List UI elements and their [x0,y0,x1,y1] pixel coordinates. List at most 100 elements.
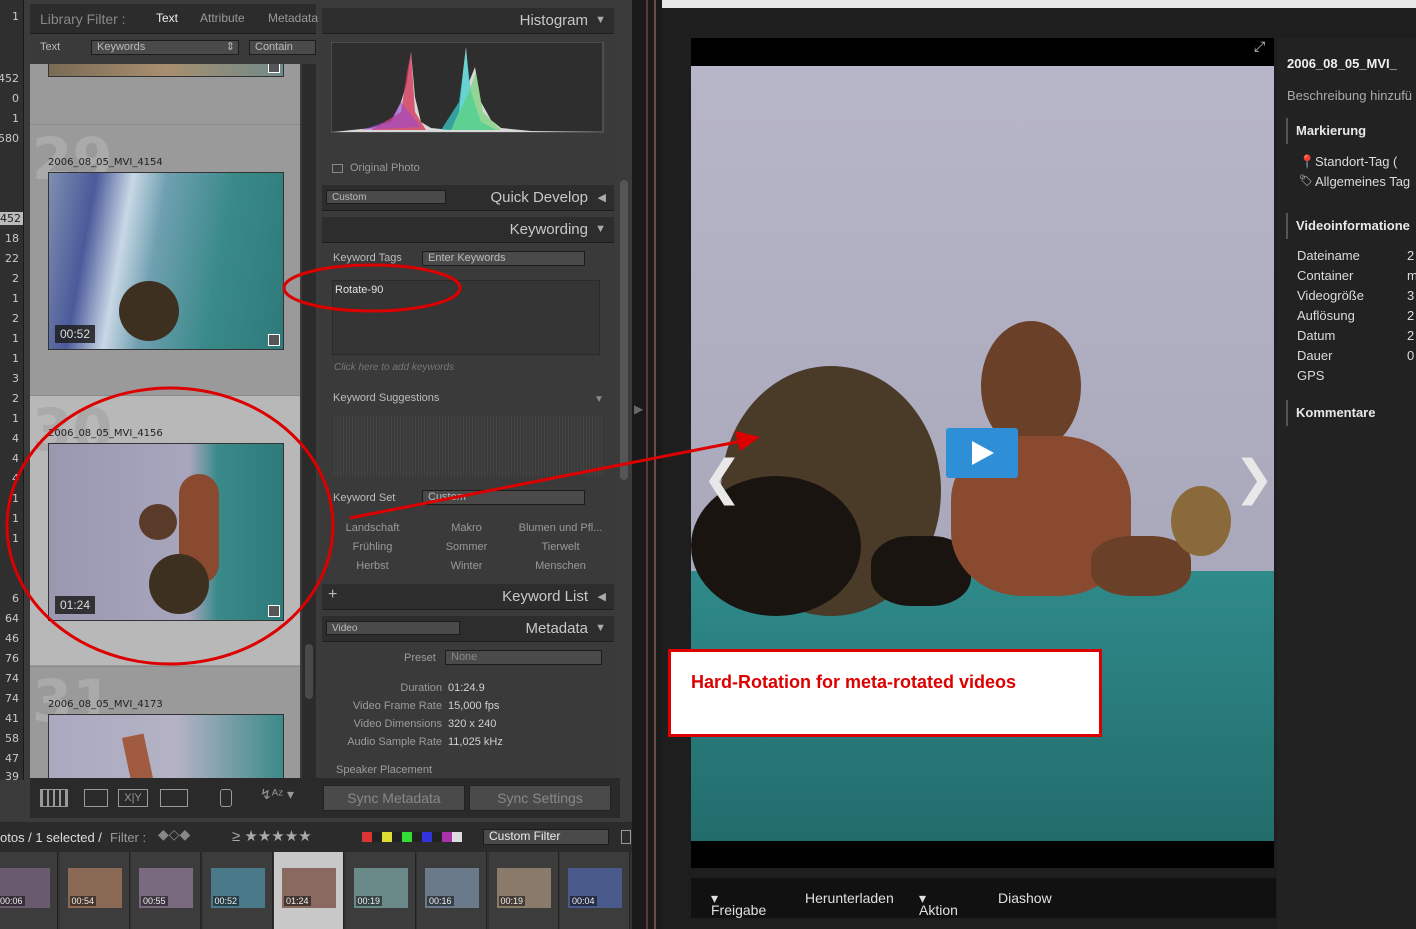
keyword-set-item[interactable]: Herbst [326,557,419,575]
metadata-preset-select[interactable]: None [445,650,602,665]
action-menu[interactable]: Aktion ▾ [919,890,958,918]
general-tag-link[interactable]: Allgemeines Tag [1315,174,1410,189]
sync-metadata-button[interactable]: Sync Metadata [323,785,465,811]
survey-view-icon[interactable] [160,789,188,807]
metadata-header[interactable]: Video Metadata ▼ [322,616,614,642]
collapse-triangle-icon[interactable]: ◀ [598,590,606,603]
panel-collapse-arrow-icon[interactable]: ▶ [634,402,643,416]
section-videoinformationen[interactable]: Videoinformatione [1286,213,1416,239]
count-value: 74 [5,672,19,685]
filmstrip-thumb[interactable]: 00:16 [417,852,487,929]
add-plus-icon[interactable]: + [328,586,337,604]
previous-arrow-icon[interactable]: ❮ [702,450,742,506]
filmstrip-thumb[interactable]: 00:04 [560,852,630,929]
histogram-header[interactable]: Histogram ▼ [322,8,614,34]
filmstrip-thumb[interactable]: 00:55 [131,852,201,929]
filter-tab-metadata[interactable]: Metadata [268,11,318,25]
next-arrow-icon[interactable]: ❯ [1234,450,1274,506]
count-value: 18 [5,232,19,245]
quick-develop-header[interactable]: Custom Quick Develop ◀ [322,185,614,211]
info-value: 0 [1407,348,1415,363]
keywording-header[interactable]: Keywording ▼ [322,217,614,243]
custom-filter-select[interactable]: Custom Filter [483,829,609,845]
panel-scrollbar[interactable] [620,180,628,480]
keyword-set-item[interactable]: Landschaft [326,519,419,537]
location-tag-link[interactable]: Standort-Tag ( [1315,154,1397,169]
metadata-view-value: Video [332,623,358,634]
metadata-view-select[interactable]: Video [326,621,460,635]
filmstrip-thumb[interactable]: 00:19 [488,852,559,929]
grid-cell-4156[interactable]: 30 2006_08_05_MVI_4156 01:24 [30,395,300,665]
filmstrip-thumb[interactable]: 00:06 [0,852,58,929]
keyword-set-item[interactable]: Tierwelt [514,538,607,556]
grid-scrollbar[interactable] [302,64,316,778]
add-description-link[interactable]: Beschreibung hinzufü [1287,88,1412,103]
contain-select[interactable]: Contain [249,40,316,55]
filter-tab-text[interactable]: Text [156,11,178,25]
fullscreen-icon[interactable]: ⤢ [1254,38,1265,55]
count-value: 74 [5,692,19,705]
video-thumbnail[interactable] [48,64,284,77]
slideshow-link[interactable]: Diashow [998,890,1052,906]
filter-tab-attribute[interactable]: Attribute [200,11,245,25]
video-thumbnail[interactable] [48,714,284,778]
color-label-filter[interactable] [362,832,462,842]
filmstrip-duration: 00:19 [498,896,526,906]
tag-icon: 🏷 [1299,175,1313,187]
compare-view-icon[interactable]: X|Y [118,789,148,807]
keyword-set-select[interactable]: Custom [422,490,585,505]
video-title: 2006_08_05_MVI_ [1287,56,1397,71]
original-photo-label: Original Photo [350,162,420,174]
sync-settings-button[interactable]: Sync Settings [469,785,611,811]
collapse-triangle-icon[interactable]: ◀ [598,191,606,204]
video-thumbnail[interactable]: 00:52 [48,172,284,350]
collapse-triangle-icon[interactable]: ▼ [595,14,606,26]
play-button[interactable] [946,428,1018,478]
collapse-triangle-icon[interactable]: ▼ [594,394,604,405]
rating-filter-stars-icon[interactable]: ≥ ★★★★★ [232,827,312,845]
keyword-set-item[interactable]: Blumen und Pfl... [514,519,607,537]
filter-lock-icon[interactable] [621,830,631,844]
grid-cell-4173[interactable]: 31 2006_08_05_MVI_4173 [30,666,300,778]
spray-can-icon[interactable] [220,789,232,807]
count-value: 1 [12,112,19,125]
share-menu[interactable]: Freigabe ▾ [711,890,766,918]
keyword-set-item[interactable]: Menschen [514,557,607,575]
keyword-set-item[interactable]: Makro [420,519,513,537]
keyword-set-item[interactable]: Sommer [420,538,513,556]
selection-status: otos / 1 selected / [0,830,102,845]
filmstrip-thumb[interactable]: 00:54 [59,852,130,929]
count-value: 46 [5,632,19,645]
download-link[interactable]: Herunterladen [805,890,894,906]
video-thumbnail[interactable]: 01:24 [48,443,284,621]
sort-az-icon[interactable]: ↯ᴬᶻ ▾ [260,786,294,803]
keyword-set-item[interactable]: Frühling [326,538,419,556]
section-markierung[interactable]: Markierung [1286,118,1416,144]
info-panel: 2006_08_05_MVI_ Beschreibung hinzufü Mar… [1277,38,1416,929]
scrollbar-thumb[interactable] [305,644,313,699]
filmstrip-thumb[interactable]: 00:19 [345,852,416,929]
keyword-tags-select[interactable]: Enter Keywords [422,251,585,266]
filmstrip-thumb[interactable]: 01:24 [274,852,344,929]
keyword-tags-textarea[interactable]: Rotate-90 [332,280,600,355]
web-action-bar: Freigabe ▾ Herunterladen Aktion ▾ Diasho… [691,878,1276,918]
keyword-list-header[interactable]: + Keyword List ◀ [322,584,614,610]
collapse-triangle-icon[interactable]: ▼ [595,622,606,634]
filmstrip-thumb[interactable]: 00:52 [202,852,273,929]
grid-cell-4154[interactable]: 29 2006_08_05_MVI_4154 00:52 [30,124,300,394]
grid-view-icon[interactable] [40,789,68,807]
quick-develop-preset-select[interactable]: Custom [326,190,446,204]
original-photo-checkbox[interactable] [332,164,343,173]
add-keywords-hint[interactable]: Click here to add keywords [334,362,454,373]
flag-filter-icon[interactable]: ◆◇◆ [158,826,190,843]
keyword-set-item[interactable]: Winter [420,557,513,575]
meta-key: Video Dimensions [353,718,442,730]
section-kommentare[interactable]: Kommentare [1286,400,1416,426]
grid-cell-partial[interactable] [30,64,300,124]
section-title: Videoinformatione [1296,218,1410,233]
keywords-select[interactable]: Keywords ⇕ [91,40,239,55]
loupe-view-icon[interactable] [84,789,108,807]
play-icon [972,441,994,465]
doll-leg-shape [1091,536,1191,596]
collapse-triangle-icon[interactable]: ▼ [595,223,606,235]
